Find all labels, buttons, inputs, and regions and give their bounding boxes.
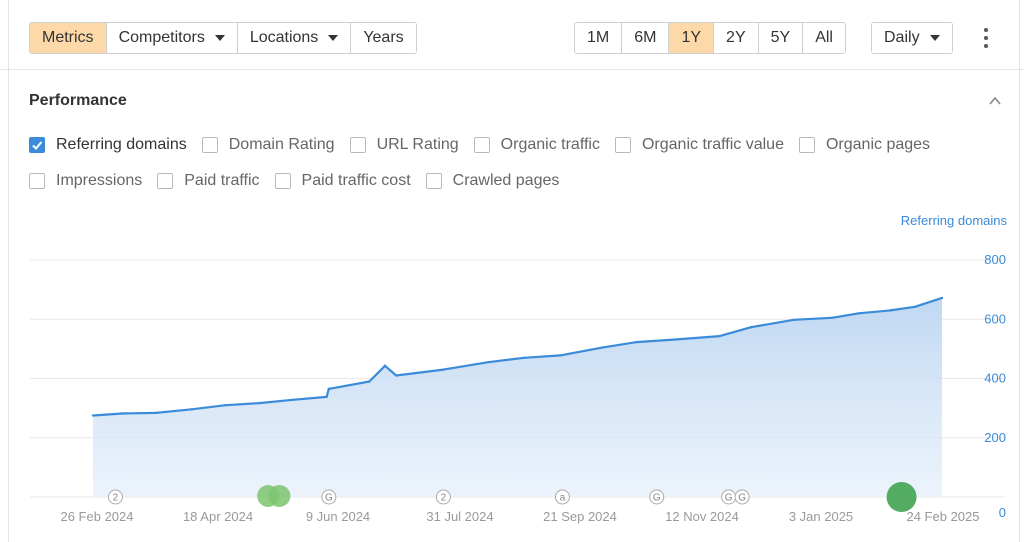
update-marker-label: 2 [441, 493, 447, 504]
metric-label: Referring domains [56, 136, 187, 153]
checkbox[interactable] [201, 137, 218, 153]
update-marker-label: G [725, 493, 733, 504]
data-point[interactable] [120, 412, 124, 415]
data-point[interactable] [442, 368, 445, 371]
data-point[interactable] [190, 408, 194, 411]
x-tick-label: 3 Jan 2025 [789, 509, 853, 524]
chart: 0 200 400 600 800 26 Feb 2024 18 Apr 2024 9 Ju… [30, 252, 1006, 524]
checkbox[interactable] [274, 173, 291, 189]
y-tick-label: 200 [984, 430, 1006, 445]
y-tick-label: 0 [999, 505, 1006, 520]
data-point[interactable] [154, 411, 158, 415]
metric-domain-rating[interactable]: Domain Rating [201, 136, 335, 154]
data-point[interactable] [291, 398, 295, 402]
data-point[interactable] [325, 395, 328, 399]
update-marker-label: G [653, 493, 661, 504]
data-point[interactable] [830, 316, 834, 319]
event-marker[interactable] [268, 485, 291, 507]
metric-url-rating[interactable]: URL Rating [349, 136, 459, 154]
metric-label: Organic pages [825, 136, 931, 153]
x-tick-label: 18 Apr 2024 [183, 509, 253, 524]
x-tick-label: 24 Feb 2025 [906, 509, 979, 524]
metric-organic-traffic[interactable]: Organic traffic [473, 136, 600, 154]
data-point[interactable] [523, 356, 526, 359]
x-tick-label: 21 Sep 2024 [543, 509, 617, 524]
metric-label: Domain Rating [228, 136, 335, 153]
metric-label: Organic traffic [500, 136, 600, 153]
update-marker-label: G [738, 493, 746, 504]
series-area [93, 297, 942, 497]
update-marker-label: a [560, 493, 566, 504]
metric-organic-pages[interactable]: Organic pages [798, 136, 931, 154]
y-tick-label: 600 [984, 311, 1006, 326]
data-point[interactable] [487, 361, 490, 364]
data-point[interactable] [913, 305, 917, 309]
x-tick-label: 9 Jun 2024 [306, 509, 370, 524]
checkbox[interactable] [425, 173, 442, 189]
data-point[interactable] [718, 334, 721, 338]
data-point[interactable] [635, 340, 638, 344]
checkbox[interactable] [29, 173, 45, 189]
data-point[interactable] [889, 309, 892, 312]
check-icon [32, 141, 43, 150]
data-point[interactable] [675, 338, 679, 341]
data-point[interactable] [558, 354, 562, 357]
chevron-up-icon[interactable] [989, 95, 1001, 107]
update-marker-label: 2 [113, 493, 119, 504]
data-point[interactable] [857, 312, 861, 315]
metric-organic-traffic-value[interactable]: Organic traffic value [614, 136, 784, 154]
x-tick-label: 12 Nov 2024 [665, 509, 739, 524]
checkbox[interactable] [798, 137, 815, 153]
checkbox[interactable] [29, 137, 45, 153]
metrics-row: Referring domains Domain Rating URL Rating… [29, 136, 945, 154]
data-point[interactable] [940, 296, 944, 300]
update-marker-label: G [325, 493, 333, 504]
checkbox[interactable] [614, 137, 631, 153]
data-point[interactable] [258, 401, 261, 405]
metric-impressions[interactable]: Impressions [29, 172, 142, 190]
event-marker[interactable] [886, 482, 917, 512]
metric-label: URL Rating [376, 136, 459, 153]
y-tick-label: 800 [984, 252, 1006, 267]
metric-paid-traffic[interactable]: Paid traffic [157, 172, 260, 190]
series-axis-label: Referring domains [900, 213, 1007, 228]
checkbox[interactable] [349, 137, 366, 153]
data-point[interactable] [395, 374, 398, 377]
checkbox[interactable] [157, 173, 174, 189]
data-point[interactable] [749, 326, 753, 329]
metric-referring-domains[interactable]: Referring domains [29, 136, 187, 154]
metric-crawled-pages[interactable]: Crawled pages [425, 172, 560, 190]
metric-label: Impressions [56, 172, 143, 189]
data-point[interactable] [601, 346, 605, 349]
metric-paid-traffic-cost[interactable]: Paid traffic cost [274, 172, 411, 190]
data-point[interactable] [91, 414, 95, 417]
metric-label: Paid traffic [184, 172, 260, 189]
metrics-row: Impressions Paid traffic Paid traffic cost… [29, 172, 574, 190]
data-point[interactable] [792, 318, 795, 322]
data-point[interactable] [224, 403, 227, 407]
x-tick-label: 31 Jul 2024 [426, 509, 493, 524]
data-point[interactable] [368, 380, 371, 383]
checkbox[interactable] [473, 137, 490, 153]
data-point[interactable] [383, 364, 387, 367]
metric-label: Organic traffic value [641, 136, 784, 153]
metric-label: Paid traffic cost [301, 172, 411, 189]
section-title: Performance [29, 92, 127, 109]
data-point[interactable] [327, 387, 331, 391]
y-tick-label: 400 [984, 371, 1006, 386]
metric-label: Crawled pages [452, 172, 560, 189]
x-tick-label: 26 Feb 2024 [60, 509, 133, 524]
